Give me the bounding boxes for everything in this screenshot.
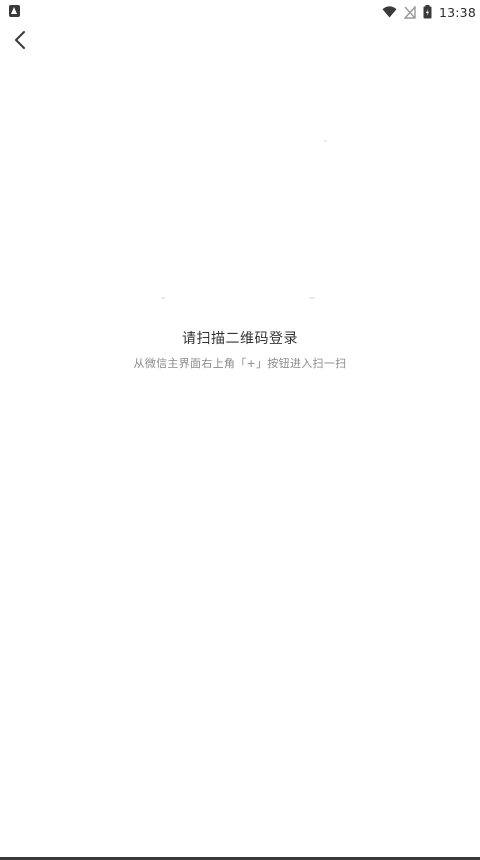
login-instruction: 从微信主界面右上角「+」按钮进入扫一扫 bbox=[133, 357, 347, 370]
signal-off-icon bbox=[403, 5, 416, 19]
qr-speck bbox=[324, 140, 327, 142]
login-title: 请扫描二维码登录 bbox=[182, 331, 298, 347]
chevron-left-icon bbox=[13, 30, 27, 54]
qr-code-area bbox=[80, 70, 400, 310]
wifi-icon bbox=[382, 6, 397, 18]
back-button[interactable] bbox=[4, 28, 36, 56]
qr-speck bbox=[309, 297, 315, 299]
status-bar: 13:38 bbox=[0, 0, 480, 24]
status-icons: 13:38 bbox=[382, 0, 476, 24]
qr-speck bbox=[161, 297, 165, 299]
battery-icon bbox=[423, 5, 432, 19]
status-time: 13:38 bbox=[438, 4, 476, 20]
app-notification-icon bbox=[9, 5, 20, 17]
